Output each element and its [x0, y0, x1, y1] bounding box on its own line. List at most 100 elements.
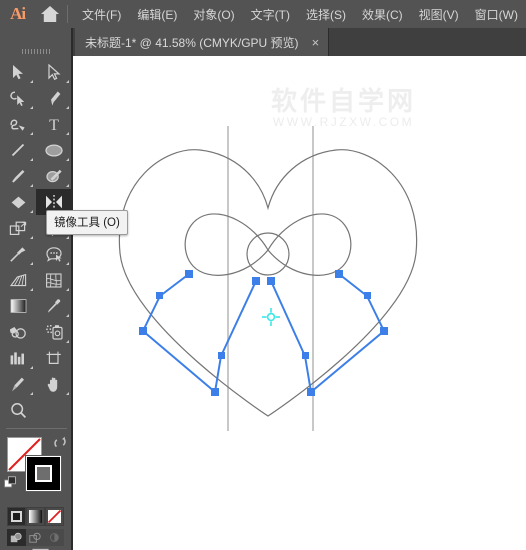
draw-normal-icon [10, 532, 22, 542]
tool-corner-marker [66, 80, 69, 83]
menu-object[interactable]: 对象(O) [185, 0, 242, 28]
slice-tool[interactable] [0, 371, 36, 397]
tool-corner-marker [66, 184, 69, 187]
type-tool[interactable]: T [36, 111, 72, 137]
fill-stroke-controls [0, 436, 73, 499]
free-transform-tool[interactable] [0, 215, 36, 241]
draw-inside-icon [50, 532, 59, 542]
column-graph-tool[interactable] [0, 345, 36, 371]
shaper-tool[interactable] [36, 163, 72, 189]
document-tab-title: 未标题-1* @ 41.58% (CMYK/GPU 预览) [85, 35, 299, 50]
bow-left-loop-path[interactable] [184, 213, 269, 276]
tool-corner-marker [66, 262, 69, 265]
close-icon[interactable]: × [309, 36, 323, 49]
selection-tool[interactable] [0, 59, 36, 85]
none-mode-button[interactable] [45, 507, 64, 526]
artboard-tool[interactable] [36, 345, 72, 371]
selected-ribbon-paths[interactable] [141, 273, 386, 393]
tool-corner-marker [30, 158, 33, 161]
tool-corner-marker [66, 132, 69, 135]
anchor-point [211, 388, 219, 396]
tool-corner-marker [30, 392, 33, 395]
tool-corner-marker [30, 184, 33, 187]
document-tab-bar: « 未标题-1* @ 41.58% (CMYK/GPU 预览) × [0, 28, 526, 56]
anchor-point [307, 388, 315, 396]
solid-color-icon [11, 511, 22, 522]
menu-divider [67, 5, 68, 23]
zoom-tool[interactable] [0, 397, 36, 423]
menu-type[interactable]: 文字(T) [243, 0, 298, 28]
tool-corner-marker [30, 106, 33, 109]
tool-corner-marker [30, 80, 33, 83]
magic-wand-tool[interactable] [0, 85, 36, 111]
gradient-icon [29, 510, 42, 523]
anchor-point [252, 277, 260, 285]
menu-effect[interactable]: 效果(C) [354, 0, 411, 28]
color-mode-button[interactable] [7, 507, 26, 526]
mesh-tool[interactable] [36, 267, 72, 293]
tool-corner-marker [66, 314, 69, 317]
curvature-tool[interactable] [0, 111, 36, 137]
shape-builder-tool[interactable] [0, 241, 36, 267]
menu-item-list: 文件(F) 编辑(E) 对象(O) 文字(T) 选择(S) 效果(C) 视图(V… [74, 0, 526, 28]
toolbar-divider [6, 428, 67, 429]
tool-corner-marker [66, 106, 69, 109]
paint-mode-buttons [7, 507, 65, 526]
bow-right-loop-path[interactable] [267, 213, 352, 276]
anchor-point [267, 277, 275, 285]
document-tab[interactable]: 未标题-1* @ 41.58% (CMYK/GPU 预览) × [75, 28, 330, 56]
menu-file[interactable]: 文件(F) [74, 0, 129, 28]
tool-corner-marker [66, 236, 69, 239]
live-paint-tool[interactable] [36, 241, 72, 267]
stroke-swatch-inner [35, 465, 52, 482]
pen-tool[interactable] [36, 85, 72, 111]
home-icon[interactable] [35, 0, 65, 28]
tool-corner-marker [66, 158, 69, 161]
tool-corner-marker [30, 262, 33, 265]
anchor-points[interactable] [139, 270, 388, 396]
symbol-sprayer-tool[interactable] [36, 319, 72, 345]
menu-select[interactable]: 选择(S) [298, 0, 354, 28]
anchor-point [380, 327, 388, 335]
menu-edit[interactable]: 编辑(E) [129, 0, 185, 28]
tool-corner-marker [66, 340, 69, 343]
tools-panel: T [0, 28, 73, 550]
menu-bar: Ai 文件(F) 编辑(E) 对象(O) 文字(T) 选择(S) 效果(C) 视… [0, 0, 526, 28]
perspective-grid-tool[interactable] [0, 267, 36, 293]
draw-behind-icon [29, 532, 41, 543]
artwork-svg [118, 126, 418, 431]
panel-drag-grip[interactable] [0, 46, 73, 56]
artboard-canvas[interactable]: 软件自学网 WWW.RJZXW.COM [75, 56, 526, 550]
tool-corner-marker [30, 236, 33, 239]
anchor-point [335, 270, 343, 278]
svg-text:T: T [49, 117, 59, 132]
bow-knot-circle-path[interactable] [246, 232, 290, 276]
anchor-point [156, 292, 163, 299]
ribbon-tail-left-path [141, 273, 216, 393]
stroke-swatch[interactable] [25, 455, 62, 492]
swap-fill-stroke-icon[interactable] [53, 436, 67, 454]
app-logo: Ai [10, 4, 26, 23]
tool-corner-marker [30, 132, 33, 135]
paintbrush-tool[interactable] [0, 163, 36, 189]
tool-corner-marker [30, 288, 33, 291]
anchor-point [302, 352, 309, 359]
reflect-origin-marker[interactable] [262, 308, 280, 326]
blend-tool[interactable] [0, 319, 36, 345]
change-screen-mode-button[interactable] [0, 543, 73, 550]
ribbon-inner-left-path [214, 280, 257, 393]
hand-tool[interactable] [36, 371, 72, 397]
default-fill-stroke-icon[interactable] [4, 476, 17, 494]
tool-corner-marker [30, 366, 33, 369]
anchor-point [185, 270, 193, 278]
direct-selection-tool[interactable] [36, 59, 72, 85]
eyedropper-tool[interactable] [36, 293, 72, 319]
menu-window[interactable]: 窗口(W) [467, 0, 526, 28]
ellipse-tool[interactable] [36, 137, 72, 163]
eraser-tool[interactable] [0, 189, 36, 215]
gradient-tool[interactable] [0, 293, 36, 319]
menu-view[interactable]: 视图(V) [411, 0, 467, 28]
gradient-mode-button[interactable] [26, 507, 45, 526]
line-segment-tool[interactable] [0, 137, 36, 163]
tool-corner-marker [66, 288, 69, 291]
